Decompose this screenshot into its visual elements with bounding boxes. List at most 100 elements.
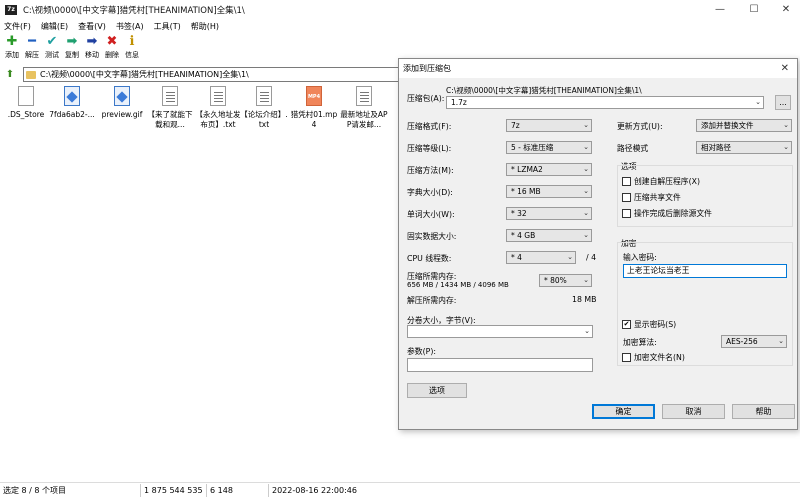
help-button[interactable]: 帮助: [732, 404, 795, 419]
enc-method-select[interactable]: AES-256 ⌄: [721, 335, 787, 348]
dict-select[interactable]: * 16 MB ⌄: [506, 185, 592, 198]
text-file-icon: [162, 86, 178, 106]
format-select[interactable]: 7z ⌄: [506, 119, 592, 132]
file-name: preview.gif: [101, 110, 143, 119]
ok-button[interactable]: 确定: [592, 404, 655, 419]
enc-method-label: 加密算法:: [623, 338, 657, 347]
info-icon: ℹ: [129, 34, 135, 49]
file-icon: [18, 86, 34, 106]
file-item[interactable]: 【论坛介绍】.txt: [240, 86, 288, 130]
dmem-label: 解压所需内存:: [407, 296, 457, 305]
menu-tools[interactable]: 工具(T): [154, 21, 181, 32]
up-folder-icon[interactable]: ⬆: [3, 68, 17, 82]
video-file-icon: MP4: [306, 86, 322, 106]
text-file-icon: [356, 86, 372, 106]
app-icon: 7z: [5, 4, 17, 15]
toolbar-add-button[interactable]: ✚ 添加: [2, 34, 22, 64]
file-name: 最新地址及APP请发邮...: [340, 110, 388, 129]
dmem-value: 18 MB: [572, 295, 597, 304]
dialog-title-bar: 添加到压缩包 ✕: [399, 59, 797, 78]
archive-label: 压缩包(A):: [407, 94, 445, 103]
close-button[interactable]: ✕: [770, 0, 800, 19]
toolbar-label: 添加: [5, 51, 19, 59]
copy-icon: ➡: [66, 34, 78, 49]
shared-checkbox[interactable]: 压缩共享文件: [622, 192, 681, 203]
word-select[interactable]: * 32 ⌄: [506, 207, 592, 220]
show-password-checkbox[interactable]: ✔ 显示密码(S): [622, 319, 676, 330]
params-label: 参数(P):: [407, 347, 437, 356]
mem-values: 656 MB / 1434 MB / 4096 MB: [407, 281, 509, 289]
status-total-size: 1 875 544 535: [144, 485, 203, 495]
status-selection: 选定 8 / 8 个项目: [3, 485, 67, 495]
test-icon: ✔: [46, 34, 58, 49]
status-bar: 选定 8 / 8 个项目 1 875 544 535 6 148 2022-08…: [0, 482, 800, 497]
image-file-icon: [114, 86, 130, 106]
cpu-select[interactable]: * 4 ⌄: [506, 251, 576, 264]
extract-icon: ━: [28, 34, 36, 49]
file-name: 【永久地址发布页】.txt: [195, 110, 241, 129]
split-select[interactable]: ⌄: [407, 325, 593, 338]
toolbar-delete-button[interactable]: ✖ 删除: [102, 34, 122, 64]
dict-label: 字典大小(D):: [407, 188, 453, 197]
encrypt-names-checkbox[interactable]: 加密文件名(N): [622, 352, 685, 363]
image-file-icon: [64, 86, 80, 106]
mem-percent-select[interactable]: * 80% ⌄: [539, 274, 592, 287]
toolbar-label: 解压: [25, 51, 39, 59]
window-title: C:\视频\0000\[中文字幕]猎凭村[THEANIMATION]全集\1\: [23, 5, 245, 16]
level-select[interactable]: 5 - 标准压缩 ⌄: [506, 141, 592, 154]
file-item[interactable]: MP4 猎凭村01.mp4: [290, 86, 338, 130]
menu-bookmarks[interactable]: 书签(A): [116, 21, 144, 32]
toolbar-test-button[interactable]: ✔ 测试: [42, 34, 62, 64]
title-bar: 7z C:\视频\0000\[中文字幕]猎凭村[THEANIMATION]全集\…: [0, 0, 800, 19]
menu-edit[interactable]: 编辑(E): [41, 21, 68, 32]
toolbar-copy-button[interactable]: ➡ 复制: [62, 34, 82, 64]
password-label: 输入密码:: [623, 253, 657, 262]
solid-select[interactable]: * 4 GB ⌄: [506, 229, 592, 242]
cpu-label: CPU 线程数:: [407, 254, 452, 263]
format-label: 压缩格式(F):: [407, 122, 452, 131]
update-select[interactable]: 添加并替换文件 ⌄: [696, 119, 792, 132]
file-item[interactable]: .DS_Store: [2, 86, 50, 120]
method-select[interactable]: * LZMA2 ⌄: [506, 163, 592, 176]
toolbar-info-button[interactable]: ℹ 信息: [122, 34, 142, 64]
browse-button[interactable]: ...: [775, 95, 791, 110]
toolbar-move-button[interactable]: ➡ 移动: [82, 34, 102, 64]
file-item[interactable]: 7fda6ab2-...: [48, 86, 96, 120]
cpu-total: / 4: [586, 253, 597, 262]
file-name: .DS_Store: [7, 110, 45, 119]
password-input[interactable]: 上老王论坛当老王: [623, 264, 787, 278]
options-button[interactable]: 选项: [407, 383, 467, 398]
path-field[interactable]: C:\视频\0000\[中文字幕]猎凭村[THEANIMATION]全集\1\: [23, 67, 403, 82]
minimize-button[interactable]: —: [704, 0, 736, 19]
archive-name-combo[interactable]: 1.7z ⌄: [446, 96, 764, 109]
move-icon: ➡: [86, 34, 98, 49]
level-label: 压缩等级(L):: [407, 144, 452, 153]
solid-label: 固实数据大小:: [407, 232, 457, 241]
folder-icon: [26, 70, 36, 79]
params-input[interactable]: [407, 358, 593, 372]
toolbar-label: 复制: [65, 51, 79, 59]
file-name: 【论坛介绍】.txt: [240, 110, 288, 129]
file-name: 猎凭村01.mp4: [290, 110, 338, 129]
menu-help[interactable]: 帮助(H): [191, 21, 219, 32]
delete-icon: ✖: [106, 34, 118, 49]
dialog-close-icon[interactable]: ✕: [781, 63, 789, 74]
file-item[interactable]: 【来了就能下载和观...: [146, 86, 194, 130]
file-name: 【来了就能下载和观...: [147, 110, 193, 129]
menu-file[interactable]: 文件(F): [4, 21, 31, 32]
text-file-icon: [256, 86, 272, 106]
toolbar-label: 信息: [125, 51, 139, 59]
file-item[interactable]: 【永久地址发布页】.txt: [194, 86, 242, 130]
maximize-button[interactable]: ☐: [738, 0, 770, 19]
file-item[interactable]: 最新地址及APP请发邮...: [340, 86, 388, 130]
method-label: 压缩方法(M):: [407, 166, 454, 175]
file-item[interactable]: preview.gif: [98, 86, 146, 120]
toolbar-extract-button[interactable]: ━ 解压: [22, 34, 42, 64]
menu-view[interactable]: 查看(V): [78, 21, 106, 32]
path-mode-select[interactable]: 相对路径 ⌄: [696, 141, 792, 154]
delete-after-checkbox[interactable]: 操作完成后删除源文件: [622, 208, 712, 219]
cancel-button[interactable]: 取消: [662, 404, 725, 419]
archive-dir: C:\视频\0000\[中文字幕]猎凭村[THEANIMATION]全集\1\: [446, 86, 642, 95]
sfx-checkbox[interactable]: 创建自解压程序(X): [622, 176, 700, 187]
add-to-archive-dialog: 添加到压缩包 ✕ 压缩包(A): C:\视频\0000\[中文字幕]猎凭村[TH…: [398, 58, 798, 430]
